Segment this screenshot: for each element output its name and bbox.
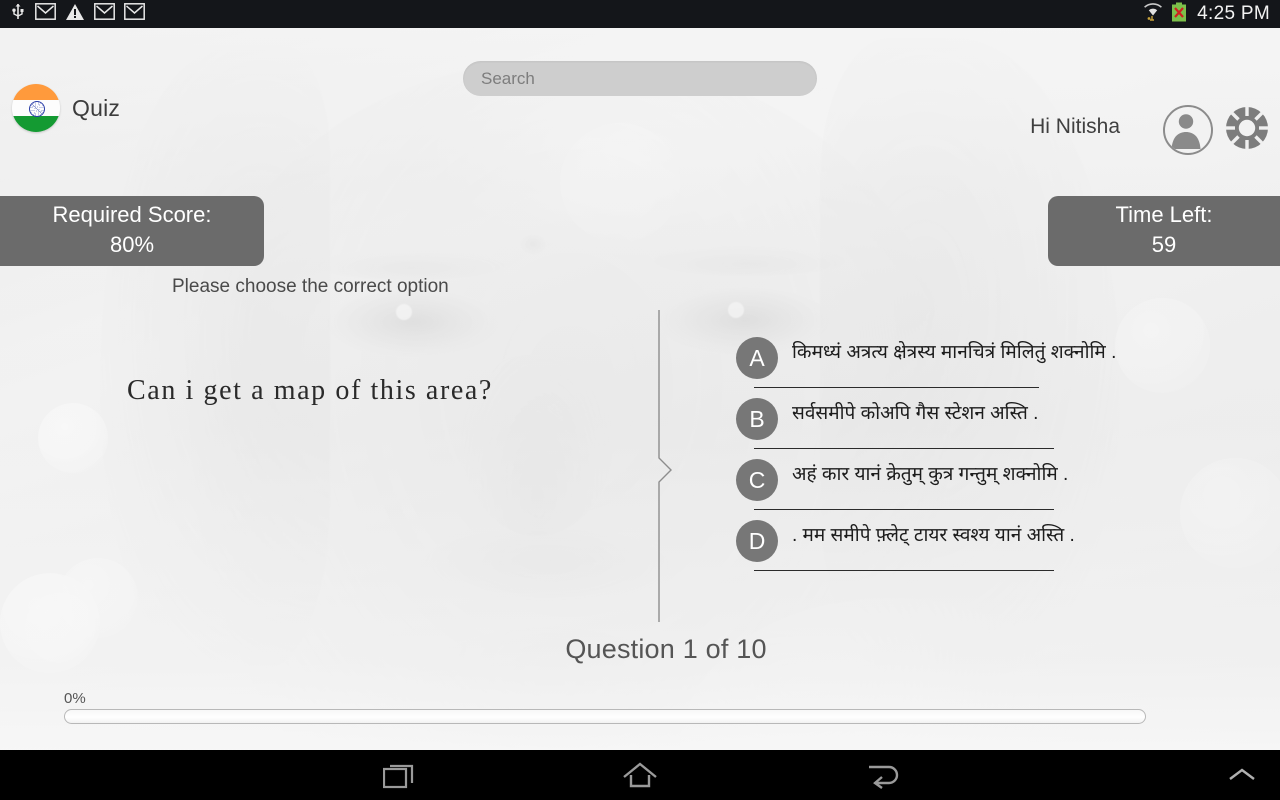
option-c[interactable]: C अहं कार यानं क्रेतुम् कुत्र गन्तुम् शक… [736,457,1166,501]
option-divider [754,448,1054,449]
status-bar-left-icons [0,3,145,26]
usb-icon [10,3,26,26]
gmail-icon [94,3,115,25]
india-flag-icon [12,84,60,132]
android-navigation-bar [0,750,1280,800]
section-divider-arrow [658,310,678,622]
gmail-icon [124,3,145,25]
question-counter-label: Question 1 of 10 [565,634,767,664]
android-status-bar: 4:25 PM [0,0,1280,28]
required-score-label: Required Score: [52,202,212,227]
status-bar-clock: 4:25 PM [1197,3,1270,24]
option-letter-b: B [736,398,778,440]
option-text-a: किमध्यं अत्रत्य क्षेत्रस्य मानचित्रं मिल… [792,342,1117,363]
required-score-value: 80% [109,232,155,257]
option-letter-a: A [736,337,778,379]
time-left-value: 59 [1151,232,1177,257]
search-input[interactable] [463,68,817,89]
option-text-d: . मम समीपे फ़्लेट् टायर स्वश्य यानं अस्त… [792,525,1075,546]
wifi-icon [1142,2,1164,27]
option-letter-c: C [736,459,778,501]
recents-icon[interactable] [360,750,440,800]
question-counter: Question 1 of 10 [0,634,1280,665]
home-icon[interactable] [600,750,680,800]
progress-label: 0% [64,690,86,707]
user-greeting: Hi Nitisha [1030,115,1120,138]
gear-icon[interactable] [1224,105,1270,151]
option-divider [754,509,1054,510]
option-divider [754,570,1054,571]
chevron-up-icon[interactable] [1212,750,1272,800]
app-header: Quiz Hi Nitisha [0,28,1280,188]
back-icon[interactable] [842,750,922,800]
gmail-icon [35,3,56,25]
quiz-progress: 0% [64,690,1146,724]
required-score-panel: Required Score: 80% [0,196,264,266]
option-divider [754,387,1039,388]
warning-icon [65,3,85,26]
time-left-panel: Time Left: 59 [1048,196,1280,266]
progress-bar [64,709,1146,724]
app-title: Quiz [72,94,121,121]
option-b[interactable]: B सर्वसमीपे कोअपि गैस स्टेशन अस्ति . [736,396,1166,440]
option-a[interactable]: A किमध्यं अत्रत्य क्षेत्रस्य मानचित्रं म… [736,335,1166,379]
app-brand[interactable]: Quiz [12,84,120,132]
status-bar-right-icons: 4:25 PM [1142,0,1270,28]
battery-error-icon [1171,2,1187,27]
quiz-app-screen: 4:25 PM Quiz Hi Nitisha [0,0,1280,800]
option-d[interactable]: D . मम समीपे फ़्लेट् टायर स्वश्य यानं अस… [736,518,1166,562]
option-text-c: अहं कार यानं क्रेतुम् कुत्र गन्तुम् शक्न… [792,464,1069,485]
search-box[interactable] [463,61,817,96]
avatar[interactable] [1163,105,1213,155]
option-letter-d: D [736,520,778,562]
option-text-b: सर्वसमीपे कोअपि गैस स्टेशन अस्ति . [792,403,1039,424]
answer-options-list: A किमध्यं अत्रत्य क्षेत्रस्य मानचित्रं म… [736,335,1166,579]
question-text: Can i get a map of this area? [127,375,493,406]
time-left-label: Time Left: [1115,202,1213,227]
instruction-text: Please choose the correct option [172,276,449,297]
